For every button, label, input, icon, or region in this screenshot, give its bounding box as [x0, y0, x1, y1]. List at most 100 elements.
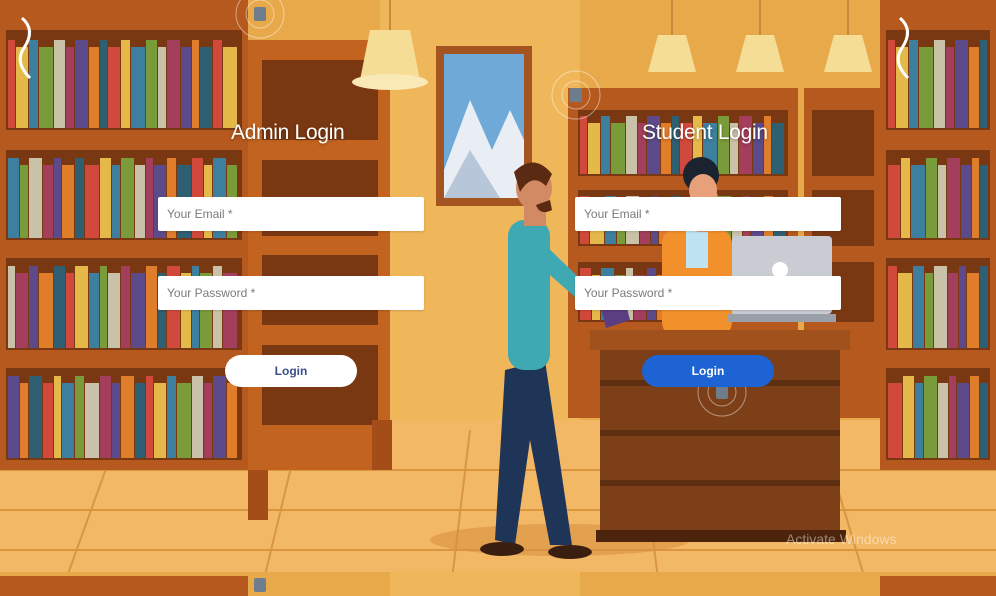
book-spine — [112, 383, 120, 458]
book-spine — [54, 40, 65, 128]
book-spine — [89, 273, 99, 348]
book-spine — [946, 47, 954, 128]
book-spine — [100, 376, 111, 458]
book-spine — [8, 266, 15, 348]
book-spine — [158, 47, 166, 128]
repeated-background-strip — [0, 572, 996, 596]
book-spine — [181, 47, 191, 128]
admin-password-input[interactable] — [158, 276, 424, 310]
book-spine — [89, 47, 99, 128]
book-spine — [926, 158, 937, 238]
book-spine — [909, 40, 918, 128]
book-spine — [919, 47, 933, 128]
book-spine — [39, 273, 53, 348]
book-spine — [108, 47, 120, 128]
book-spine — [135, 165, 145, 238]
book-spine — [192, 376, 203, 458]
book-spine — [146, 376, 153, 458]
admin-email-input[interactable] — [158, 197, 424, 231]
book-spine — [580, 116, 587, 174]
book-spine — [66, 273, 74, 348]
book-spine — [972, 158, 979, 238]
book-spine — [772, 123, 784, 174]
book-spine — [924, 376, 937, 458]
book-spine — [121, 376, 134, 458]
book-spine — [888, 40, 895, 128]
book-spine — [980, 40, 987, 128]
book-spine — [85, 165, 99, 238]
book-spine — [969, 47, 979, 128]
book-spine — [29, 266, 38, 348]
book-spine — [967, 273, 979, 348]
admin-login-button[interactable]: Login — [225, 355, 357, 387]
book-spine — [146, 266, 157, 348]
book-spine — [146, 40, 157, 128]
book-spine — [75, 40, 88, 128]
book-spine — [903, 376, 914, 458]
book-spine — [112, 165, 120, 238]
book-spine — [601, 116, 610, 174]
far-right-bookshelf — [880, 0, 996, 470]
book-spine — [934, 266, 947, 348]
book-spine — [980, 165, 988, 238]
book-spine — [957, 383, 969, 458]
book-spine — [948, 273, 958, 348]
book-spine — [154, 383, 166, 458]
book-spine — [85, 383, 99, 458]
book-spine — [62, 165, 74, 238]
book-spine — [961, 165, 971, 238]
book-spine — [8, 40, 15, 128]
book-spine — [121, 158, 134, 238]
book-spine — [213, 376, 226, 458]
book-spine — [626, 116, 637, 174]
book-spine — [54, 266, 65, 348]
book-spine — [75, 158, 84, 238]
book-spine — [43, 383, 53, 458]
book-spine — [146, 158, 153, 238]
student-email-input[interactable] — [575, 197, 841, 231]
library-background — [0, 0, 996, 596]
book-spine — [611, 123, 625, 174]
book-spine — [167, 376, 176, 458]
book-spine — [938, 383, 948, 458]
book-spine — [100, 40, 107, 128]
book-spine — [949, 376, 956, 458]
book-spine — [108, 273, 120, 348]
book-spine — [54, 158, 61, 238]
book-spine — [29, 376, 42, 458]
student-password-input[interactable] — [575, 276, 841, 310]
book-spine — [39, 47, 53, 128]
book-spine — [959, 266, 966, 348]
book-spine — [913, 266, 924, 348]
book-spine — [8, 158, 19, 238]
book-spine — [16, 273, 28, 348]
book-spine — [100, 158, 111, 238]
activate-windows-watermark: Activate Windows — [786, 531, 897, 547]
book-spine — [8, 376, 19, 458]
book-spine — [29, 40, 38, 128]
book-spine — [898, 273, 912, 348]
student-login-button[interactable]: Login — [642, 355, 774, 387]
book-spine — [934, 40, 945, 128]
book-spine — [135, 383, 145, 458]
book-spine — [980, 266, 988, 348]
book-spine — [75, 266, 88, 348]
book-spine — [75, 376, 84, 458]
book-spine — [915, 383, 923, 458]
book-spine — [223, 47, 237, 128]
student-login-title: Student Login — [642, 121, 768, 144]
book-spine — [16, 47, 28, 128]
book-spine — [121, 40, 130, 128]
book-spine — [167, 40, 180, 128]
left-bookshelf — [0, 0, 248, 470]
book-spine — [100, 266, 107, 348]
book-spine — [925, 273, 933, 348]
book-spine — [970, 376, 979, 458]
book-spine — [888, 266, 897, 348]
book-spine — [901, 158, 910, 238]
book-spine — [888, 165, 900, 238]
book-spine — [192, 40, 199, 128]
book-spine — [200, 47, 212, 128]
book-spine — [204, 383, 212, 458]
book-spine — [66, 47, 74, 128]
